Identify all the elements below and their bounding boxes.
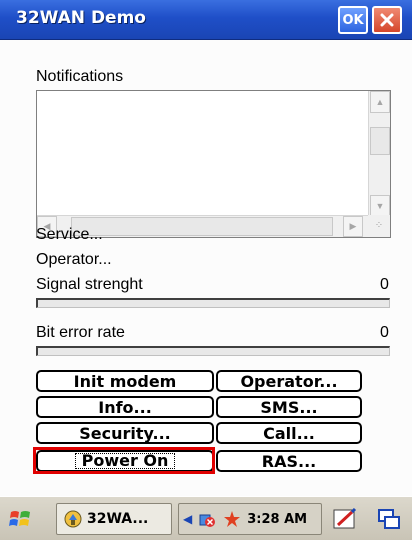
app-icon — [64, 510, 82, 528]
taskbar-app-button[interactable]: 32WA... — [56, 503, 172, 535]
start-button[interactable] — [6, 505, 36, 533]
scroll-up-button[interactable]: ▲ — [370, 91, 390, 113]
taskbar: 32WA... ◀ 3:28 AM — [0, 496, 412, 540]
signal-strength-bar — [36, 298, 390, 308]
scroll-right-button[interactable]: ▶ — [343, 216, 363, 237]
bit-error-rate-bar — [36, 346, 390, 356]
down-arrow-icon: ▼ — [375, 201, 385, 211]
desktop-icon — [378, 509, 400, 529]
operator-button[interactable]: Operator... — [216, 370, 362, 392]
operator-label: Operator... — [36, 251, 112, 268]
call-button[interactable]: Call... — [216, 422, 362, 444]
horizontal-scroll-thumb[interactable] — [71, 217, 333, 236]
windows-flag-icon — [9, 511, 30, 526]
ras-button[interactable]: RAS... — [216, 450, 362, 472]
bit-error-rate-value: 0 — [380, 324, 389, 341]
info-button[interactable]: Info... — [36, 396, 214, 418]
operator-button-label: Operator... — [240, 371, 338, 391]
notifications-label: Notifications — [36, 68, 124, 85]
ok-button[interactable]: OK — [338, 6, 368, 34]
network-icon[interactable] — [222, 509, 242, 529]
call-label: Call... — [263, 423, 315, 443]
clock-label[interactable]: 3:28 AM — [247, 512, 307, 527]
input-panel-button[interactable] — [330, 505, 360, 533]
vertical-scroll-thumb[interactable] — [370, 127, 390, 155]
scroll-down-button[interactable]: ▼ — [370, 195, 390, 217]
ras-label: RAS... — [261, 451, 317, 471]
volume-icon[interactable]: ◀ — [183, 512, 192, 526]
sms-button[interactable]: SMS... — [216, 396, 362, 418]
sms-label: SMS... — [260, 397, 318, 417]
input-panel-icon — [333, 507, 357, 529]
window-title: 32WAN Demo — [16, 8, 146, 28]
signal-strength-value: 0 — [380, 276, 389, 293]
right-arrow-icon: ▶ — [349, 221, 357, 231]
info-label: Info... — [98, 397, 152, 417]
ok-label: OK — [342, 12, 364, 28]
bit-error-rate-label: Bit error rate — [36, 324, 125, 341]
close-icon — [380, 13, 394, 27]
vertical-scrollbar[interactable]: ▲ ▼ — [368, 91, 390, 217]
notifications-list[interactable]: ▲ ▼ ◀ ▶ ⁘ — [36, 90, 391, 238]
highlight-box — [33, 447, 215, 474]
service-label: Service... — [36, 226, 103, 243]
system-tray: ◀ 3:28 AM — [178, 503, 322, 535]
close-button[interactable] — [372, 6, 402, 34]
init-modem-button[interactable]: Init modem — [36, 370, 214, 392]
taskbar-app-label: 32WA... — [87, 511, 149, 527]
security-label: Security... — [79, 423, 171, 443]
up-arrow-icon: ▲ — [375, 97, 385, 107]
resize-grip-icon: ⁘ — [368, 215, 390, 237]
show-desktop-button[interactable] — [374, 505, 404, 533]
security-button[interactable]: Security... — [36, 422, 214, 444]
connectivity-icon[interactable] — [197, 509, 217, 529]
init-modem-label: Init modem — [73, 371, 177, 391]
signal-strength-label: Signal strenght — [36, 276, 143, 293]
title-bar: 32WAN Demo OK — [0, 0, 412, 40]
